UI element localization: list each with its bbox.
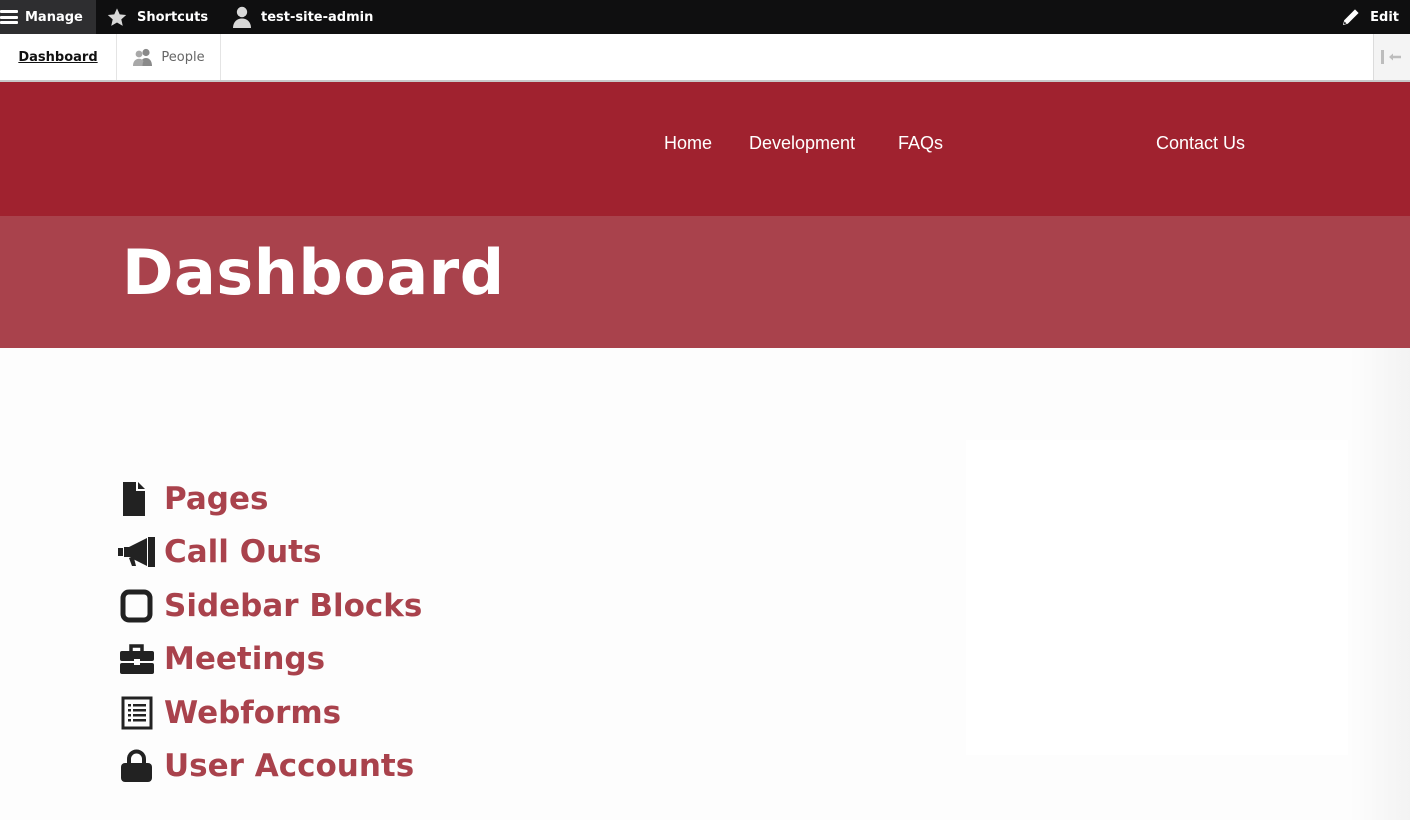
file-icon <box>118 481 164 517</box>
dashboard-link-label: Sidebar Blocks <box>164 587 423 624</box>
edit-button[interactable]: Edit <box>1341 0 1399 34</box>
sidebar-panel <box>966 440 1348 755</box>
nav-home[interactable]: Home <box>664 133 712 154</box>
tray-orientation-toggle[interactable] <box>1373 34 1410 80</box>
dashboard-links: Pages Call Outs Sidebar Blocks Meetings … <box>118 472 422 793</box>
dashboard-link-call-outs[interactable]: Call Outs <box>118 526 422 580</box>
toolbar-tray: Dashboard People <box>0 34 1410 82</box>
hamburger-icon <box>0 10 18 24</box>
page-title: Dashboard <box>122 236 505 309</box>
dashboard-link-label: Call Outs <box>164 534 322 571</box>
manage-label: Manage <box>25 9 83 25</box>
dashboard-link-label: User Accounts <box>164 748 415 785</box>
edit-label: Edit <box>1370 9 1399 25</box>
user-label: test-site-admin <box>261 9 374 25</box>
page-edge-shadow <box>1350 348 1410 820</box>
page-title-banner: Dashboard <box>0 216 1410 348</box>
bullhorn-icon <box>118 534 164 570</box>
tray-tab-people[interactable]: People <box>117 34 221 80</box>
manage-button[interactable]: Manage <box>0 0 96 34</box>
dashboard-link-user-accounts[interactable]: User Accounts <box>118 740 422 794</box>
star-icon <box>107 7 127 26</box>
dashboard-link-pages[interactable]: Pages <box>118 472 422 526</box>
dashboard-link-sidebar-blocks[interactable]: Sidebar Blocks <box>118 579 422 633</box>
user-icon <box>233 6 251 28</box>
dashboard-link-label: Meetings <box>164 641 326 678</box>
nav-faqs[interactable]: FAQs <box>898 133 943 154</box>
rounded-square-icon <box>118 588 164 624</box>
shortcuts-button[interactable]: Shortcuts <box>106 0 208 34</box>
shortcuts-label: Shortcuts <box>137 9 209 25</box>
lock-icon <box>118 748 164 784</box>
list-form-icon <box>118 695 164 731</box>
orientation-toggle-icon <box>1381 50 1401 64</box>
tray-tab-dashboard[interactable]: Dashboard <box>0 34 117 80</box>
people-icon <box>133 48 153 66</box>
dashboard-link-label: Webforms <box>164 694 342 731</box>
briefcase-icon <box>118 641 164 677</box>
dashboard-link-meetings[interactable]: Meetings <box>118 633 422 687</box>
dashboard-link-webforms[interactable]: Webforms <box>118 686 422 740</box>
dashboard-link-label: Pages <box>164 480 269 517</box>
site-header: Home Development FAQs Contact Us <box>0 82 1410 216</box>
nav-contact-us[interactable]: Contact Us <box>1156 133 1245 154</box>
pencil-icon <box>1343 9 1359 25</box>
nav-development[interactable]: Development <box>749 133 855 154</box>
admin-toolbar: Manage Shortcuts test-site-admin Edit <box>0 0 1410 34</box>
user-account-button[interactable]: test-site-admin <box>232 0 373 34</box>
people-label: People <box>161 49 205 65</box>
